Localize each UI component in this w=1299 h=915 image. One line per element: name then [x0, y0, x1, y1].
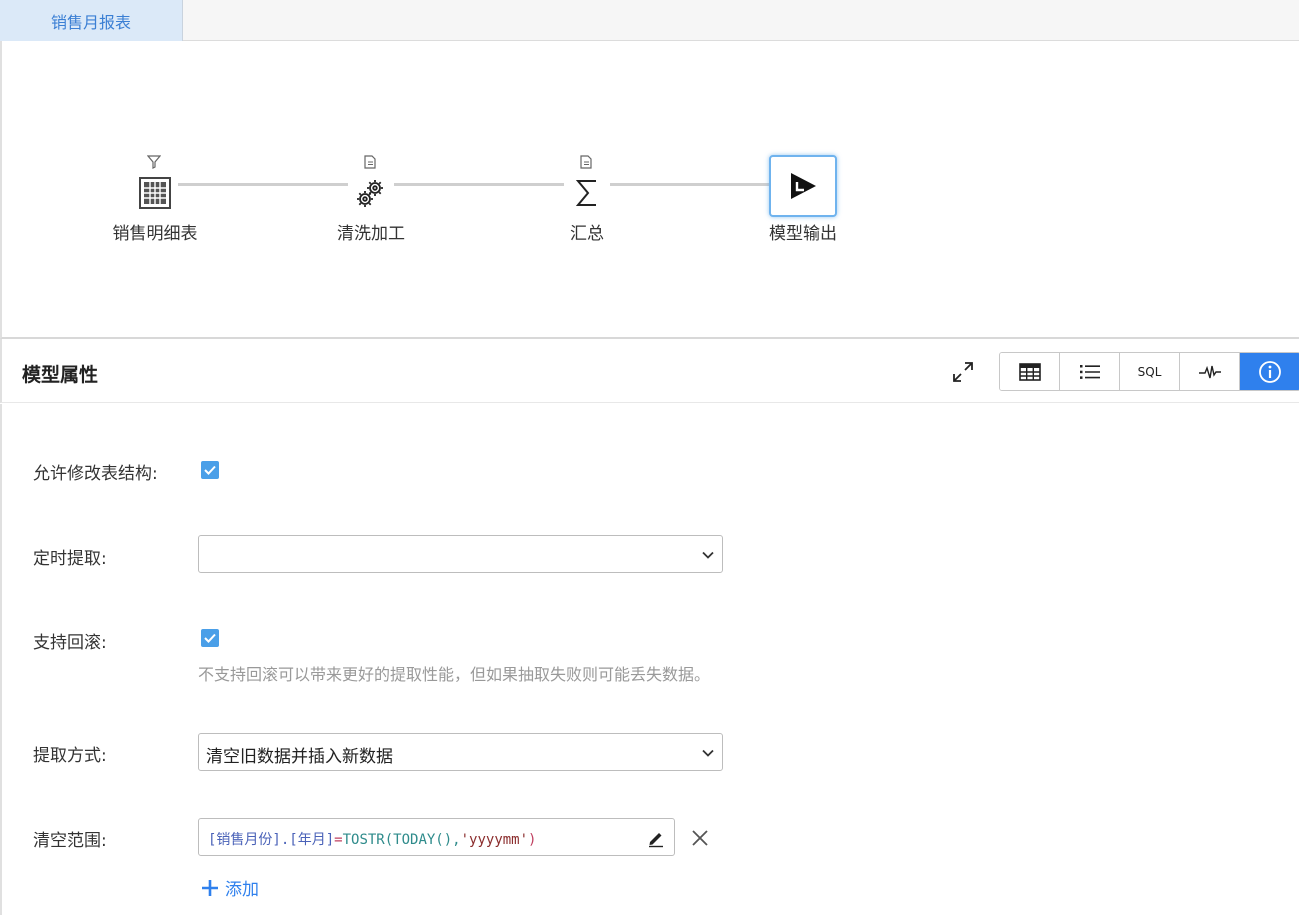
properties-header: 模型属性 SQL	[0, 339, 1299, 403]
view-toolbar: SQL	[999, 352, 1299, 391]
extract-mode-select[interactable]: 清空旧数据并插入新数据	[198, 733, 723, 771]
sigma-icon	[575, 180, 596, 206]
scheduled-extract-label: 定时提取:	[33, 549, 107, 569]
info-icon	[1259, 360, 1281, 383]
rollback-hint: 不支持回滚可以带来更好的提取性能，但如果抽取失败则可能丢失数据。	[198, 665, 711, 684]
info-view-button[interactable]	[1240, 353, 1299, 390]
chevron-down-icon	[702, 749, 714, 757]
selected-node-frame	[769, 155, 837, 217]
add-label: 添加	[225, 880, 259, 900]
plus-icon	[202, 879, 218, 896]
support-rollback-label: 支持回滚:	[33, 633, 107, 653]
select-value: 清空旧数据并插入新数据	[206, 747, 393, 767]
table-view-icon	[1018, 362, 1041, 381]
node-label: 模型输出	[769, 224, 837, 244]
tab-bar: 销售月报表	[0, 0, 1299, 41]
allow-modify-label: 允许修改表结构:	[33, 464, 158, 484]
tab-sales-monthly-report[interactable]: 销售月报表	[0, 0, 183, 41]
close-icon[interactable]	[690, 828, 710, 848]
flow-node-model-output[interactable]: 模型输出	[743, 155, 863, 244]
allow-modify-checkbox[interactable]	[201, 461, 219, 479]
edit-pencil-icon[interactable]	[646, 828, 666, 848]
properties-form: 允许修改表结构: 定时提取: 支持回滚: 不支持回滚可以带来更好的提取性能，但如…	[0, 404, 1299, 915]
scheduled-extract-select[interactable]	[198, 535, 723, 573]
clear-range-label: 清空范围:	[33, 831, 107, 851]
table-view-button[interactable]	[1000, 353, 1060, 390]
document-icon	[364, 155, 376, 169]
flow-node-cleaning[interactable]: 清洗加工	[311, 155, 431, 244]
flow-canvas: 销售明细表 清洗加工 汇总 模型输出	[0, 41, 1299, 339]
output-play-icon	[791, 173, 816, 199]
expression-text: [销售月份].[年月]=TOSTR(TODAY(),'yyyymm')	[208, 832, 537, 848]
document-icon	[580, 155, 592, 169]
add-clear-range-button[interactable]: 添加	[200, 875, 259, 900]
clear-range-expression-field[interactable]: [销售月份].[年月]=TOSTR(TODAY(),'yyyymm')	[198, 818, 675, 856]
node-label: 汇总	[570, 224, 604, 244]
sql-view-button[interactable]: SQL	[1120, 353, 1180, 390]
list-view-icon	[1079, 364, 1100, 379]
list-view-button[interactable]	[1060, 353, 1120, 390]
pulse-icon	[1198, 365, 1221, 378]
expand-icon[interactable]	[950, 359, 976, 385]
properties-title: 模型属性	[22, 364, 99, 386]
support-rollback-checkbox[interactable]	[201, 629, 219, 647]
check-icon	[204, 633, 216, 643]
filter-icon	[147, 155, 161, 169]
check-icon	[204, 465, 216, 475]
table-icon	[139, 177, 171, 209]
node-label: 销售明细表	[112, 224, 198, 244]
chevron-down-icon	[702, 551, 714, 559]
extract-mode-label: 提取方式:	[33, 746, 107, 766]
flow-node-summary[interactable]: 汇总	[527, 155, 647, 244]
pulse-view-button[interactable]	[1180, 353, 1240, 390]
gears-icon	[357, 180, 383, 207]
node-label: 清洗加工	[337, 224, 405, 244]
flow-node-sales-detail[interactable]: 销售明细表	[95, 155, 215, 244]
